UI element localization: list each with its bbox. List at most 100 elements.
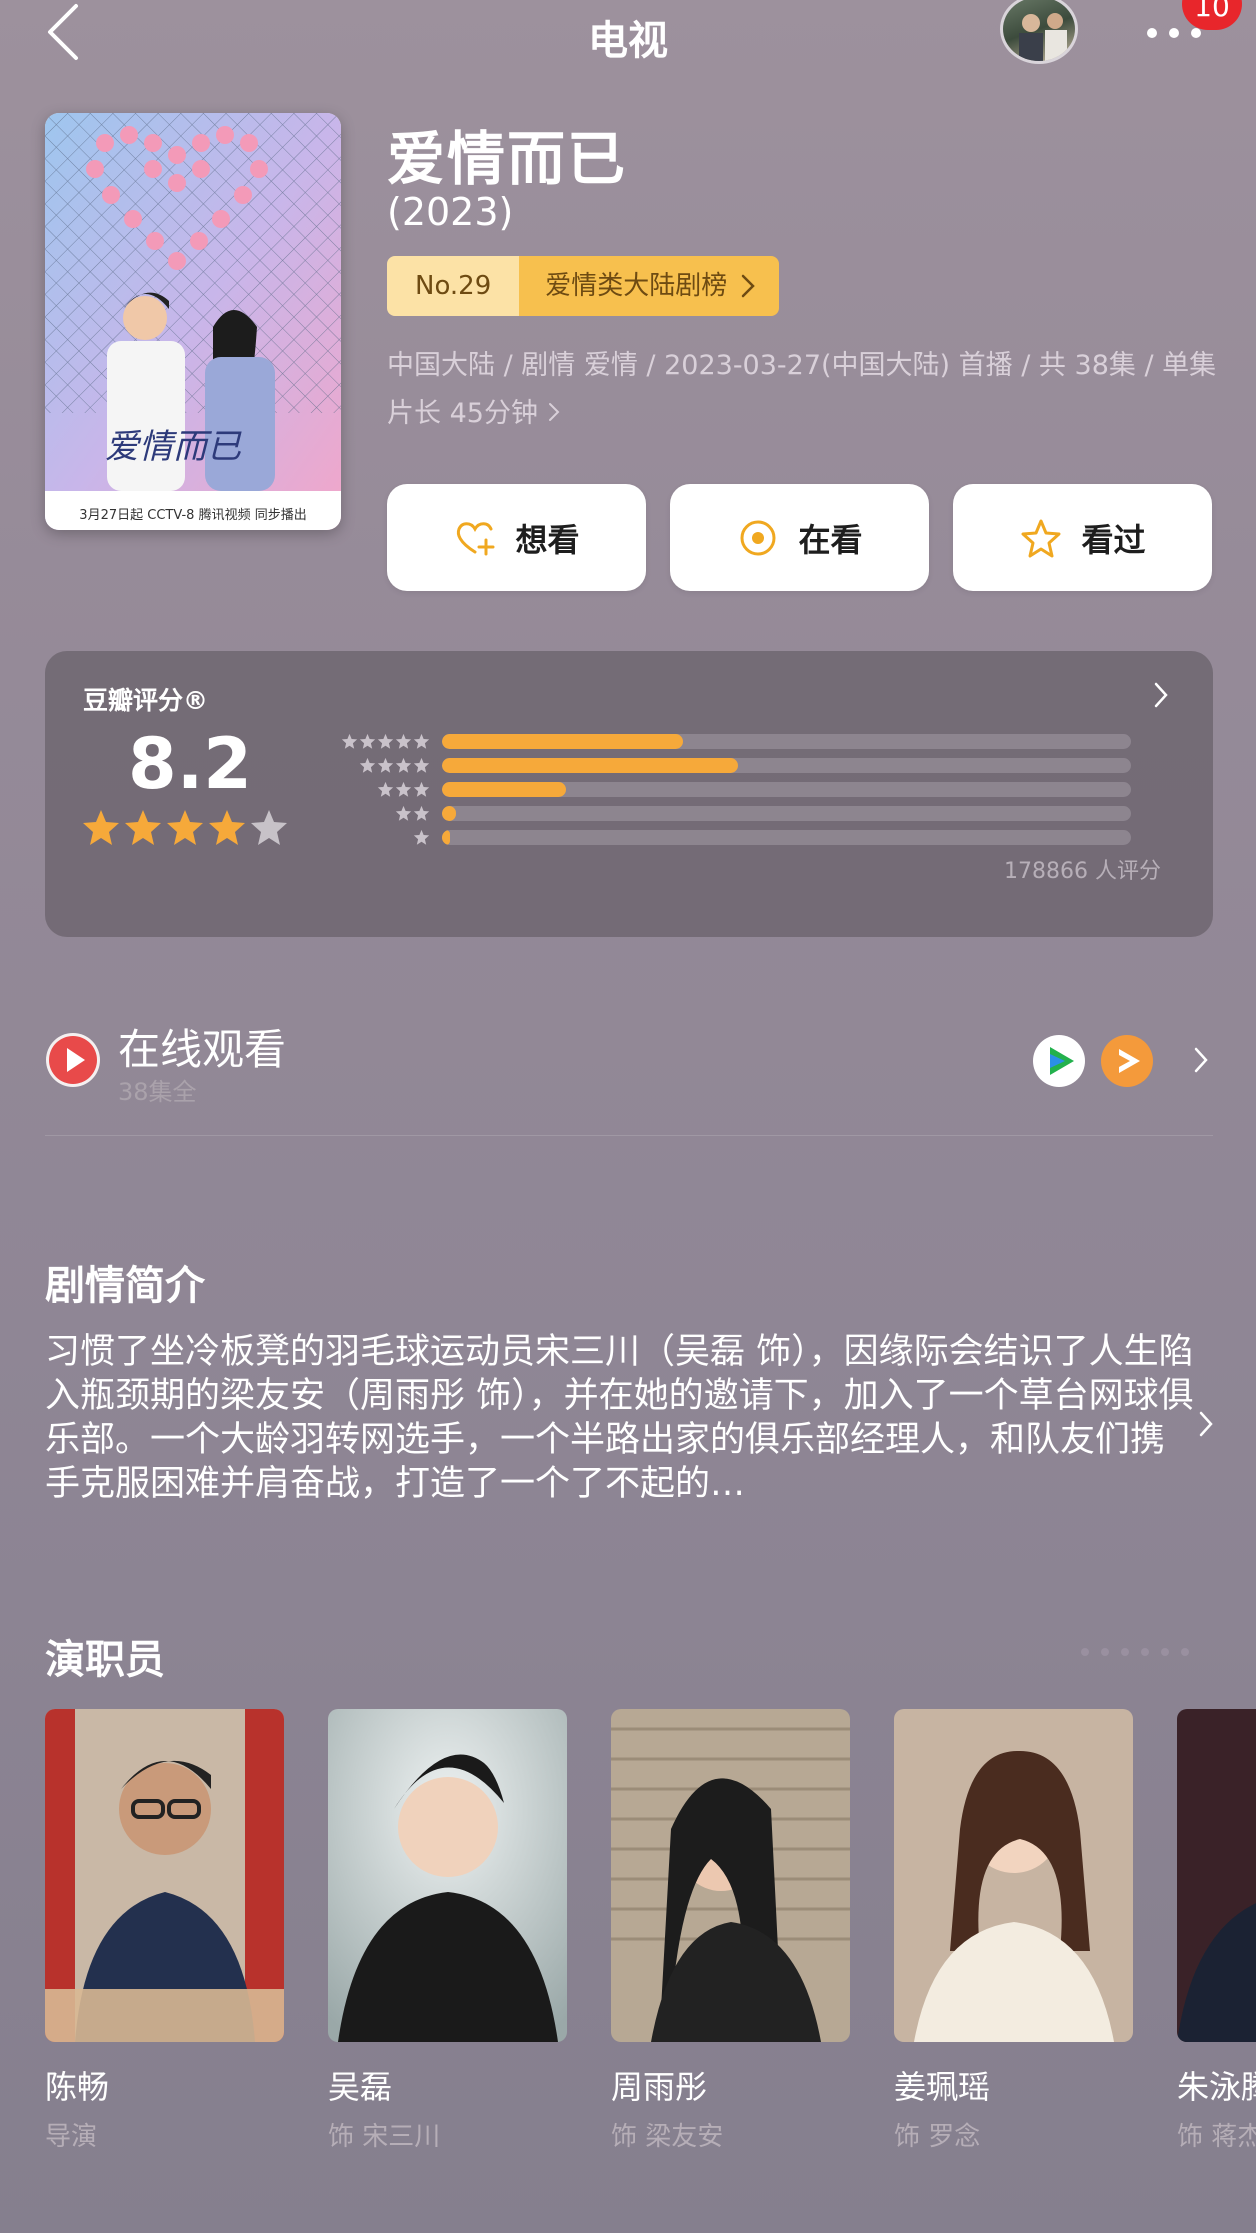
cast-heading: 演职员: [45, 1637, 165, 1683]
star-icon: [413, 733, 430, 749]
cast-role: 饰 罗念: [894, 2122, 981, 2149]
watched-label: 看过: [1081, 520, 1146, 559]
cast-role: 导演: [45, 2122, 98, 2149]
poster-caption: 3月27日起 CCTV-8 腾讯视频 同步播出: [79, 507, 306, 523]
star-icon: [413, 757, 430, 773]
want-to-watch-label: 想看: [515, 520, 580, 559]
star-icon: [413, 781, 430, 797]
show-meta-text: 中国大陆 / 剧情 爱情 / 2023-03-27(中国大陆) 首播 / 共 3…: [387, 350, 1217, 429]
rating-bar-track: [442, 733, 1131, 749]
star-icon: [251, 810, 287, 845]
video-platform-icon[interactable]: [1100, 1034, 1154, 1088]
rank-list-link[interactable]: 爱情类大陆剧榜: [519, 256, 780, 316]
show-year: (2023): [387, 190, 514, 234]
cast-card[interactable]: 姜珮瑶 饰 罗念: [894, 1709, 1133, 2149]
watch-online-title: 在线观看: [118, 1025, 287, 1074]
rating-bar: [442, 733, 684, 749]
cast-card[interactable]: 吴磊 饰 宋三川: [328, 1709, 567, 2149]
row-stars: [325, 733, 442, 750]
action-buttons: 想看 在看 看过: [387, 484, 1212, 591]
rating-bar-track: [442, 829, 1131, 845]
synopsis-text[interactable]: 习惯了坐冷板凳的羽毛球运动员宋三川（吴磊 饰），因缘际会结识了人生陷入瓶颈期的梁…: [45, 1330, 1195, 1506]
chevron-right-icon: [1194, 1047, 1208, 1073]
rating-count: 178866 人评分: [1004, 859, 1161, 884]
watch-online-row[interactable]: 在线观看 38集全: [45, 1010, 1213, 1136]
cast-photo: [45, 1709, 284, 2042]
poster-image[interactable]: 爱情而已 3月27日起 CCTV-8 腾讯视频 同步播出: [45, 113, 341, 530]
rating-bar: [442, 757, 739, 773]
chevron-right-icon[interactable]: [1198, 1410, 1214, 1438]
rating-distribution-row: [325, 729, 1165, 753]
star-icon: [395, 757, 412, 773]
star-icon: [377, 781, 394, 797]
rating-bar-track: [442, 805, 1131, 821]
rating-bar: [442, 805, 456, 821]
cast-photo: [328, 1709, 567, 2042]
cast-role: 饰 梁友安: [611, 2122, 724, 2149]
rating-bar-track: [442, 781, 1131, 797]
cast-name: 吴磊: [328, 2068, 393, 2106]
chevron-right-icon: [1154, 682, 1168, 708]
row-stars: [325, 805, 442, 822]
top-bar: 电视 10: [0, 0, 1256, 66]
chevron-right-icon: [548, 403, 560, 421]
star-icon: [395, 805, 412, 821]
star-icon: [359, 757, 376, 773]
cast-role: 饰 蒋杰: [1177, 2122, 1256, 2149]
tencent-video-icon[interactable]: [1032, 1034, 1086, 1088]
star-icon: [83, 810, 119, 845]
show-title: 爱情而已: [387, 125, 628, 193]
rating-distribution-row: [325, 777, 1165, 801]
svg-text:爱情而已: 爱情而已: [105, 427, 242, 467]
star-icon: [359, 733, 376, 749]
rating-distribution: [325, 729, 1165, 849]
star-icon: [341, 733, 358, 749]
want-to-watch-button[interactable]: 想看: [387, 484, 646, 591]
row-stars: [325, 757, 442, 774]
target-icon: [740, 520, 776, 555]
heart-plus-icon: [457, 521, 495, 555]
episode-count: 38集全: [118, 1078, 197, 1106]
cast-photo: [611, 1709, 850, 2042]
douban-rating-card[interactable]: 豆瓣评分® 8.2 178866 人评分: [45, 651, 1213, 937]
ranking-badge[interactable]: No.29 爱情类大陆剧榜: [387, 256, 780, 316]
row-stars: [325, 829, 442, 846]
star-icon: [413, 829, 430, 845]
star-icon: [395, 733, 412, 749]
rating-label: 豆瓣评分®: [83, 686, 209, 715]
cast-photo: [894, 1709, 1133, 2042]
cast-card[interactable]: 朱泳腾 饰 蒋杰: [1177, 1709, 1256, 2149]
star-icon: [125, 810, 161, 845]
star-outline-icon: [1021, 519, 1061, 557]
star-icon: [395, 781, 412, 797]
synopsis-heading: 剧情简介: [45, 1263, 205, 1309]
cast-list: 陈畅 导演 吴磊 饰 宋三川 周雨彤 饰 梁友安 姜珮瑶 饰 罗念 朱泳 饰 蒋…: [45, 1709, 1256, 2149]
rank-number: No.29: [387, 256, 520, 316]
star-icon: [167, 810, 203, 845]
scroll-indicator: [1081, 1648, 1189, 1656]
star-icon: [413, 805, 430, 821]
rank-list-label: 爱情类大陆剧榜: [545, 271, 728, 301]
cast-card[interactable]: 周雨彤 饰 梁友安: [611, 1709, 850, 2149]
cast-name: 姜珮瑶: [894, 2068, 991, 2106]
chevron-right-icon: [742, 274, 756, 298]
star-icon: [377, 733, 394, 749]
watching-button[interactable]: 在看: [670, 484, 929, 591]
rating-stars: [81, 808, 289, 848]
cast-photo: [1177, 1709, 1256, 2042]
star-icon: [377, 757, 394, 773]
show-meta[interactable]: 中国大陆 / 剧情 爱情 / 2023-03-27(中国大陆) 首播 / 共 3…: [387, 342, 1217, 438]
rating-bar: [442, 781, 567, 797]
watched-button[interactable]: 看过: [953, 484, 1212, 591]
cast-card[interactable]: 陈畅 导演: [45, 1709, 284, 2149]
rating-distribution-row: [325, 825, 1165, 849]
rating-bar-track: [442, 757, 1131, 773]
row-stars: [325, 781, 442, 798]
cast-name: 陈畅: [45, 2068, 110, 2106]
play-icon: [46, 1033, 100, 1087]
rating-distribution-row: [325, 753, 1165, 777]
rating-distribution-row: [325, 801, 1165, 825]
rating-score: 8.2: [127, 723, 252, 805]
rating-bar: [442, 829, 450, 845]
cast-name: 周雨彤: [611, 2068, 708, 2106]
